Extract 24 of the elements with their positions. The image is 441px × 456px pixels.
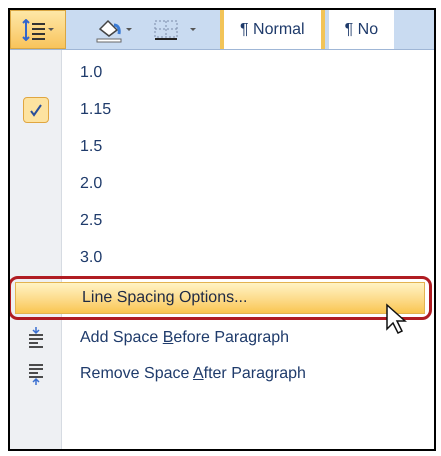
line-spacing-option[interactable]: 1.15 bbox=[10, 91, 434, 128]
item-label: Remove Space After Paragraph bbox=[80, 364, 306, 384]
option-label: 2.5 bbox=[80, 210, 102, 230]
option-label: 1.15 bbox=[80, 100, 112, 120]
item-label: Add Space Before Paragraph bbox=[80, 328, 290, 348]
line-spacing-option[interactable]: 3.0 bbox=[10, 239, 434, 276]
remove-space-after-icon bbox=[28, 363, 44, 385]
paragraph-spacing-item[interactable]: Add Space Before Paragraph bbox=[10, 320, 434, 356]
line-spacing-icon bbox=[21, 18, 55, 40]
option-label: 2.0 bbox=[80, 174, 102, 194]
line-spacing-button[interactable] bbox=[10, 10, 66, 49]
style-gallery-item[interactable]: ¶ No bbox=[328, 10, 394, 49]
paragraph-spacing-item[interactable]: Remove Space After Paragraph bbox=[10, 356, 434, 392]
option-label: 1.0 bbox=[80, 62, 102, 82]
option-label: 3.0 bbox=[80, 248, 102, 268]
line-spacing-option[interactable]: 2.0 bbox=[10, 165, 434, 202]
add-space-before-icon bbox=[28, 327, 44, 349]
line-spacing-option[interactable]: 1.0 bbox=[10, 54, 434, 91]
option-label: 1.5 bbox=[80, 136, 102, 156]
mouse-pointer-icon bbox=[385, 303, 407, 335]
line-spacing-options-item[interactable]: Line Spacing Options... bbox=[15, 282, 425, 314]
line-spacing-option[interactable]: 2.5 bbox=[10, 202, 434, 239]
line-spacing-option[interactable]: 1.5 bbox=[10, 128, 434, 165]
style-gallery-item[interactable]: ¶ Normal bbox=[220, 10, 325, 49]
